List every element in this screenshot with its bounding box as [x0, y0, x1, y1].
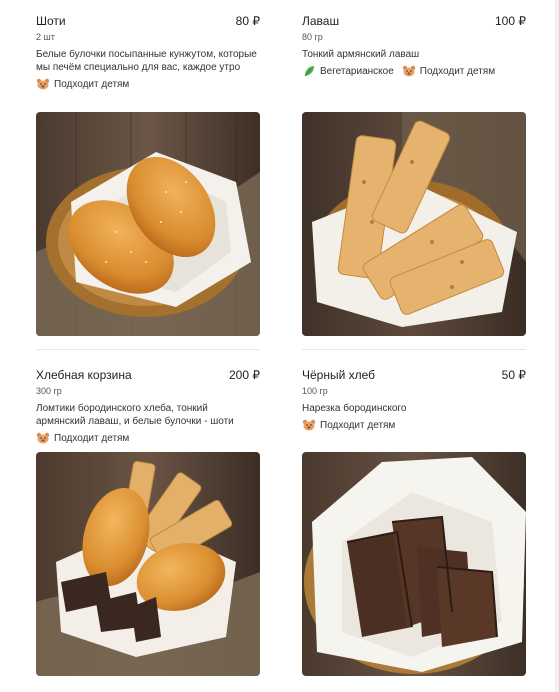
item-tags: Подходит детям [302, 419, 526, 431]
menu-item-lavash[interactable]: Лаваш 100 ₽ 80 гр Тонкий армянский лаваш… [302, 14, 526, 77]
item-price: 200 ₽ [229, 368, 260, 382]
item-tags: Подходит детям [36, 78, 260, 90]
bear-icon [302, 419, 316, 431]
bread-rolls-image [36, 112, 260, 336]
item-tags: Вегетарианское Подходит детям [302, 65, 526, 77]
tag-vegetarian: Вегетарианское [302, 65, 394, 77]
item-description: Ломтики бородинского хлеба, тонкий армян… [36, 403, 234, 427]
tag-kids: Подходит детям [402, 65, 495, 77]
item-price: 100 ₽ [495, 14, 526, 28]
tag-label: Подходит детям [320, 419, 396, 431]
item-name: Чёрный хлеб [302, 368, 376, 382]
item-name: Шоти [36, 14, 66, 28]
item-photo-shoti[interactable] [36, 112, 260, 336]
item-description: Белые булочки посыпанные кунжутом, котор… [36, 49, 257, 73]
scrollbar[interactable] [555, 0, 559, 692]
bear-icon [36, 432, 50, 444]
item-tags: Подходит детям [36, 432, 260, 444]
item-price: 50 ₽ [501, 368, 526, 382]
item-description: Тонкий армянский лаваш [302, 49, 420, 60]
menu-item-rye-bread[interactable]: Чёрный хлеб 50 ₽ 100 гр Нарезка бородинс… [302, 368, 526, 431]
item-description: Нарезка бородинского [302, 403, 407, 414]
rye-bread-image [302, 452, 526, 676]
item-name: Лаваш [302, 14, 340, 28]
divider [36, 349, 260, 350]
lavash-image [302, 112, 526, 336]
divider [302, 349, 526, 350]
bear-icon [36, 78, 50, 90]
tag-label: Подходит детям [54, 78, 130, 90]
leaf-icon [304, 66, 314, 77]
item-price: 80 ₽ [235, 14, 260, 28]
tag-label: Подходит детям [419, 65, 496, 77]
item-weight: 100 гр [302, 386, 328, 396]
item-weight: 80 гр [302, 32, 323, 42]
tag-kids: Подходит детям [36, 432, 129, 444]
item-weight: 2 шт [36, 32, 55, 42]
tag-label: Вегетарианское [320, 65, 394, 77]
item-weight: 300 гр [36, 386, 62, 396]
tag-label: Подходит детям [54, 432, 130, 444]
menu-item-bread-basket[interactable]: Хлебная корзина 200 ₽ 300 гр Ломтики бор… [36, 368, 260, 444]
menu-item-shoti[interactable]: Шоти 80 ₽ 2 шт Белые булочки посыпанные … [36, 14, 260, 90]
tag-kids: Подходит детям [302, 419, 395, 431]
item-photo-bread-basket[interactable] [36, 452, 260, 676]
item-photo-lavash[interactable] [302, 112, 526, 336]
mixed-bread-image [36, 452, 260, 676]
item-photo-rye-bread[interactable] [302, 452, 526, 676]
bear-icon [402, 65, 415, 77]
tag-kids: Подходит детям [36, 78, 129, 90]
item-name: Хлебная корзина [36, 368, 132, 382]
